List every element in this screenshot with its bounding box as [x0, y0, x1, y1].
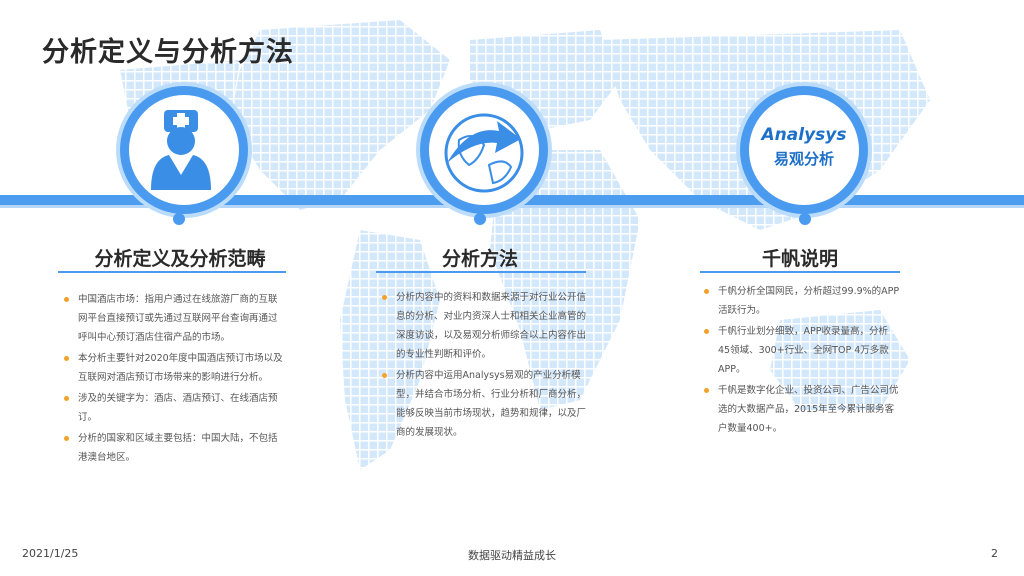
logo-cn: 易观分析 — [773, 150, 834, 168]
pin-dot-2 — [474, 213, 486, 225]
section3-title: 千帆说明 — [761, 248, 838, 270]
page-number: 2 — [991, 547, 998, 560]
section3-underline — [700, 271, 900, 273]
analysys-logo: Analysys 易观分析 — [749, 125, 859, 169]
footer-slogan: 数据驱动精益成长 — [468, 549, 556, 562]
section2-title: 分析方法 — [441, 248, 518, 270]
list-item: 千帆分析全国网民，分析超过99.9%的APP活跃行为。 — [704, 282, 900, 320]
pin-dot-1 — [173, 213, 185, 225]
section1-title: 分析定义及分析范畴 — [94, 248, 266, 270]
globe-arrow-icon — [444, 113, 524, 193]
section3-list: 千帆分析全国网民，分析超过99.9%的APP活跃行为。 千帆行业划分细致，APP… — [704, 282, 900, 440]
section2-circle — [420, 86, 548, 214]
section1-list: 中国酒店市场：指用户通过在线旅游厂商的互联网平台直接预订或先通过互联网平台查询再… — [64, 290, 284, 469]
page-title: 分析定义与分析方法 — [42, 37, 294, 68]
list-item: 千帆是数字化企业、投资公司、广告公司优选的大数据产品，2015年至今累计服务客户… — [704, 381, 900, 438]
section2-list: 分析内容中的资料和数据来源于对行业公开信息的分析、对业内资深人士和相关企业高管的… — [382, 288, 586, 444]
section1-underline — [58, 271, 286, 273]
list-item: 分析内容中运用Analysys易观的产业分析模型，并结合市场分析、行业分析和厂商… — [382, 366, 586, 442]
pin-dot-3 — [799, 213, 811, 225]
list-item: 中国酒店市场：指用户通过在线旅游厂商的互联网平台直接预订或先通过互联网平台查询再… — [64, 290, 284, 347]
list-item: 分析的国家和区域主要包括：中国大陆，不包括港澳台地区。 — [64, 429, 284, 467]
list-item: 本分析主要针对2020年度中国酒店预订市场以及互联网对酒店预订市场带来的影响进行… — [64, 349, 284, 387]
list-item: 分析内容中的资料和数据来源于对行业公开信息的分析、对业内资深人士和相关企业高管的… — [382, 288, 586, 364]
section3-circle: Analysys 易观分析 — [740, 86, 868, 214]
section1-circle — [120, 86, 248, 214]
list-item: 千帆行业划分细致，APP收录量高，分析45领域、300+行业、全网TOP 4万多… — [704, 322, 900, 379]
logo-en: Analysys — [761, 125, 847, 145]
list-item: 涉及的关键字为：酒店、酒店预订、在线酒店预订。 — [64, 389, 284, 427]
nurse-icon — [151, 110, 211, 190]
section2-underline — [376, 271, 586, 273]
